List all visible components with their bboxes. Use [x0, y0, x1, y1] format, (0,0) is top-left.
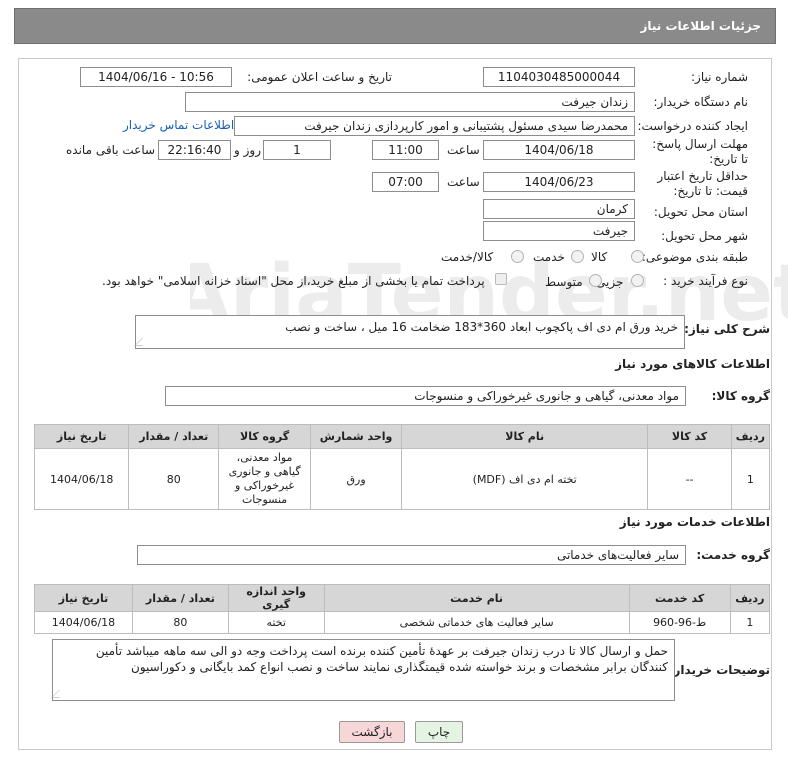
description-textarea[interactable]: خرید ورق ام دی اف پاکچوب ابعاد 360*183 ض… [134, 315, 685, 349]
category-radio-goods[interactable] [631, 250, 644, 263]
services-group-field[interactable]: سایر فعالیت‌های خدماتی [137, 545, 686, 565]
goods-group-field[interactable]: مواد معدنی، گیاهی و جانوری غیرخوراکی و م… [165, 386, 686, 406]
services-cell-code: ط-96-960 [628, 611, 731, 634]
description-text: خرید ورق ام دی اف پاکچوب ابعاد 360*183 ض… [285, 320, 678, 334]
resize-handle-icon[interactable] [134, 338, 150, 346]
goods-cell-code: -- [647, 448, 732, 510]
resize-handle-icon[interactable] [51, 690, 67, 698]
reply-time-field[interactable]: 11:00 [372, 140, 439, 160]
remaining-time-label: ساعت باقی مانده [66, 143, 156, 157]
category-radio-goods-service[interactable] [511, 250, 524, 263]
goods-cell-date: 1404/06/18 [33, 448, 130, 510]
print-button[interactable]: چاپ [415, 721, 463, 743]
goods-cell-name: تخته ام دی اف (MDF) [401, 448, 649, 510]
table-row: 1 -- تخته ام دی اف (MDF) ورق مواد معدنی،… [33, 448, 771, 510]
city-label: شهر محل تحویل: [661, 229, 748, 243]
services-col-date: تاریخ نیاز [34, 584, 133, 612]
buyer-notes-text: حمل و ارسال کالا تا درب زندان جیرفت بر ع… [95, 644, 668, 674]
goods-col-group: گروه کالا [218, 424, 312, 449]
goods-cell-qty: 80 [128, 448, 220, 510]
creator-label: ایجاد کننده درخواست: [637, 119, 748, 133]
category-option-service: خدمت [533, 250, 565, 264]
purchase-radio-medium[interactable] [589, 274, 602, 287]
buyer-contact-link[interactable]: اطلاعات تماس خریدار [123, 118, 234, 132]
services-cell-unit: تخته [227, 611, 325, 634]
treasury-payment-note: پرداخت تمام یا بخشی از مبلغ خرید،از محل … [102, 274, 485, 288]
services-section-title: اطلاعات خدمات مورد نیاز [619, 515, 770, 529]
purchase-type-label: نوع فرآیند خرید : [663, 274, 748, 288]
reply-time-label: ساعت [447, 143, 480, 157]
back-button[interactable]: بازگشت [339, 721, 405, 743]
treasury-payment-checkbox[interactable] [495, 273, 507, 285]
need-number-field[interactable]: 1104030485000044 [483, 67, 635, 87]
services-col-name: نام خدمت [323, 584, 630, 612]
buyer-org-label: نام دستگاه خریدار: [653, 95, 749, 109]
need-number-label: شماره نیاز: [691, 70, 748, 84]
goods-cell-group: مواد معدنی، گیاهی و جانوری غیرخوراکی و م… [218, 448, 312, 510]
description-label: شرح کلی نیاز: [684, 322, 770, 336]
validity-date-field[interactable]: 1404/06/23 [483, 172, 635, 192]
validity-time-field[interactable]: 07:00 [372, 172, 439, 192]
table-row: 1 ط-96-960 سایر فعالیت های خدماتی شخصی ت… [34, 611, 771, 634]
buyer-notes-label: توضیحات خریدار: [668, 663, 770, 677]
goods-col-code: کد کالا [647, 424, 732, 449]
category-label: طبقه بندی موضوعی: [641, 250, 748, 264]
city-field[interactable]: جیرفت [483, 221, 635, 241]
goods-section-title: اطلاعات کالاهای مورد نیاز [615, 357, 770, 371]
purchase-option-medium: متوسط [545, 275, 583, 289]
services-cell-row: 1 [729, 611, 771, 634]
purchase-radio-minor[interactable] [631, 274, 644, 287]
services-col-row: ردیف [729, 584, 771, 612]
remaining-time-field[interactable]: 22:16:40 [158, 140, 231, 160]
goods-table: ردیف کد کالا نام کالا واحد شمارش گروه کا… [33, 424, 771, 510]
goods-group-label: گروه کالا: [711, 389, 770, 403]
goods-col-qty: تعداد / مقدار [128, 424, 220, 449]
services-col-code: کد خدمت [628, 584, 731, 612]
goods-col-name: نام کالا [401, 424, 649, 449]
province-label: استان محل تحویل: [653, 205, 748, 219]
services-table-header: ردیف کد خدمت نام خدمت واحد اندازه گیری ت… [34, 584, 771, 612]
category-option-goods-service: کالا/خدمت [441, 250, 494, 264]
services-col-unit: واحد اندازه گیری [227, 584, 325, 612]
goods-cell-unit: ورق [310, 448, 403, 510]
province-field[interactable]: کرمان [483, 199, 635, 219]
services-cell-qty: 80 [131, 611, 229, 634]
price-validity-label: حداقل تاریخ اعتبار قیمت: تا تاریخ: [657, 169, 748, 198]
reply-deadline-label: مهلت ارسال پاسخ: تا تاریخ: [652, 137, 748, 166]
creator-field[interactable]: محمدرضا سیدی مسئول پشتیبانی و امور کارپر… [234, 116, 635, 136]
services-cell-date: 1404/06/18 [34, 611, 133, 634]
services-cell-name: سایر فعالیت های خدماتی شخصی [323, 611, 630, 634]
days-label: روز و [234, 143, 261, 157]
services-table: ردیف کد خدمت نام خدمت واحد اندازه گیری ت… [34, 584, 771, 634]
buyer-notes-textarea[interactable]: حمل و ارسال کالا تا درب زندان جیرفت بر ع… [51, 639, 675, 701]
days-count-field[interactable]: 1 [263, 140, 331, 160]
goods-col-unit: واحد شمارش [310, 424, 403, 449]
goods-col-row: ردیف [730, 424, 771, 449]
validity-time-label: ساعت [447, 175, 480, 189]
category-radio-service[interactable] [571, 250, 584, 263]
reply-date-field[interactable]: 1404/06/18 [483, 140, 635, 160]
announce-label: تاریخ و ساعت اعلان عمومی: [247, 70, 392, 84]
buyer-org-field[interactable]: زندان جیرفت [185, 92, 635, 112]
announce-field[interactable]: 1404/06/16 - 10:56 [80, 67, 232, 87]
goods-col-date: تاریخ نیاز [33, 424, 130, 449]
services-col-qty: تعداد / مقدار [131, 584, 229, 612]
page-header: جزئیات اطلاعات نیاز [14, 8, 776, 44]
goods-cell-row: 1 [730, 448, 771, 510]
services-group-label: گروه خدمت: [696, 548, 770, 562]
goods-table-header: ردیف کد کالا نام کالا واحد شمارش گروه کا… [33, 424, 771, 449]
category-option-goods: کالا [591, 250, 608, 264]
